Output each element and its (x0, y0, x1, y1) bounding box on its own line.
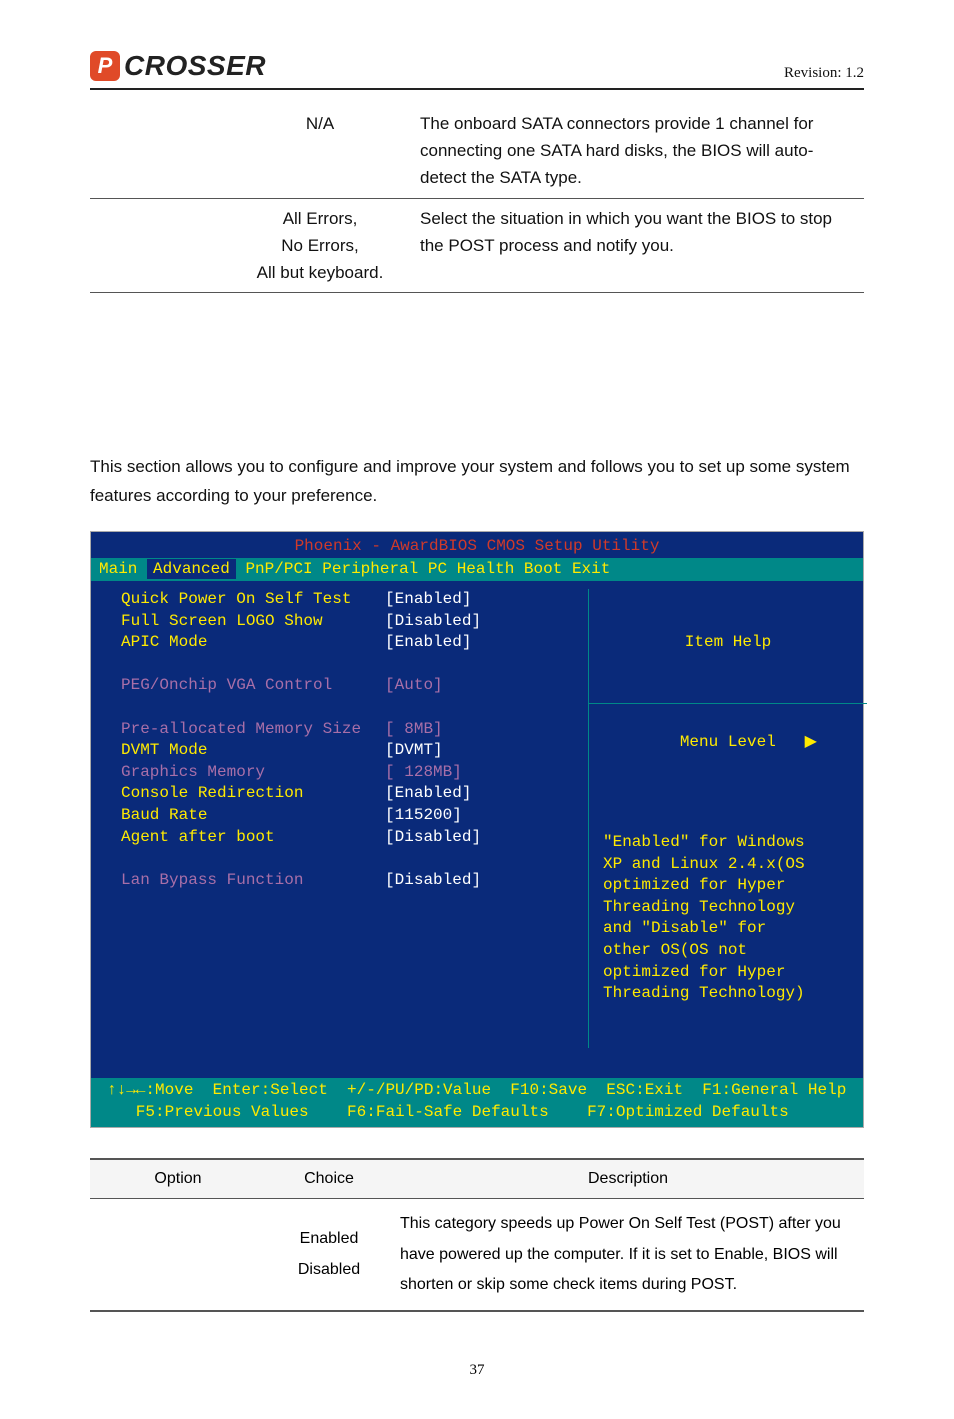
header-choice: Choice (266, 1159, 392, 1199)
item-help-title: Item Help (603, 632, 853, 654)
table-row: All Errors, No Errors, All but keyboard.… (90, 198, 864, 293)
bios-footer-hints: ↑↓→←:Move Enter:Select +/-/PU/PD:Value F… (91, 1078, 863, 1127)
bios-tab-advanced[interactable]: Advanced (147, 559, 236, 579)
bios-tab-exit[interactable]: Exit (572, 560, 610, 578)
cell-choice: Enabled Disabled (266, 1199, 392, 1312)
cell-choice: N/A (230, 104, 410, 198)
logo-text: CROSSER (124, 50, 266, 82)
bios-tab-main[interactable]: Main (99, 560, 137, 578)
cell-option (90, 104, 230, 198)
cell-option (90, 198, 230, 293)
bios-screen: Phoenix - AwardBIOS CMOS Setup Utility M… (90, 531, 864, 1128)
page-number: 37 (90, 1362, 864, 1379)
table-row: Enabled Disabled This category speeds up… (90, 1199, 864, 1312)
menu-level: Menu Level ▶ (680, 733, 817, 751)
table-row: N/A The onboard SATA connectors provide … (90, 104, 864, 198)
header: P CROSSER Revision: 1.2 (90, 50, 864, 90)
bios-setting-values: [Enabled][Disabled][Enabled] [Auto] [ 8M… (385, 589, 481, 1048)
sata-halt-table: N/A The onboard SATA connectors provide … (90, 104, 864, 293)
cell-desc: Select the situation in which you want t… (410, 198, 864, 293)
quick-post-table: Option Choice Description Enabled Disabl… (90, 1158, 864, 1312)
cell-desc: This category speeds up Power On Self Te… (392, 1199, 864, 1312)
bios-tab-peripheral[interactable]: Peripheral (322, 560, 418, 578)
bios-tab-pnppci[interactable]: PnP/PCI (245, 560, 312, 578)
logo-mark-icon: P (90, 51, 120, 81)
revision-label: Revision: 1.2 (784, 65, 864, 82)
table-header-row: Option Choice Description (90, 1159, 864, 1199)
bios-help-pane: Item Help Menu Level ▶ "Enabled" for Win… (588, 589, 853, 1048)
cell-option (90, 1199, 266, 1312)
bios-tabs: Main Advanced PnP/PCI Peripheral PC Heal… (91, 558, 863, 582)
bios-tab-pchealth[interactable]: PC Health (428, 560, 514, 578)
page-root: P CROSSER Revision: 1.2 N/A The onboard … (0, 0, 954, 1419)
bios-title: Phoenix - AwardBIOS CMOS Setup Utility (91, 532, 863, 558)
cell-desc: The onboard SATA connectors provide 1 ch… (410, 104, 864, 198)
bios-setting-labels: Quick Power On Self TestFull Screen LOGO… (121, 589, 361, 1048)
logo: P CROSSER (90, 50, 266, 82)
header-option: Option (90, 1159, 266, 1199)
header-desc: Description (392, 1159, 864, 1199)
cell-choice: All Errors, No Errors, All but keyboard. (230, 198, 410, 293)
bios-body: Quick Power On Self TestFull Screen LOGO… (91, 581, 863, 1078)
bios-left-pane: Quick Power On Self TestFull Screen LOGO… (121, 589, 574, 1048)
intro-paragraph: This section allows you to configure and… (90, 453, 864, 511)
bios-tab-boot[interactable]: Boot (524, 560, 562, 578)
help-body: "Enabled" for Windows XP and Linux 2.4.x… (603, 832, 853, 1005)
